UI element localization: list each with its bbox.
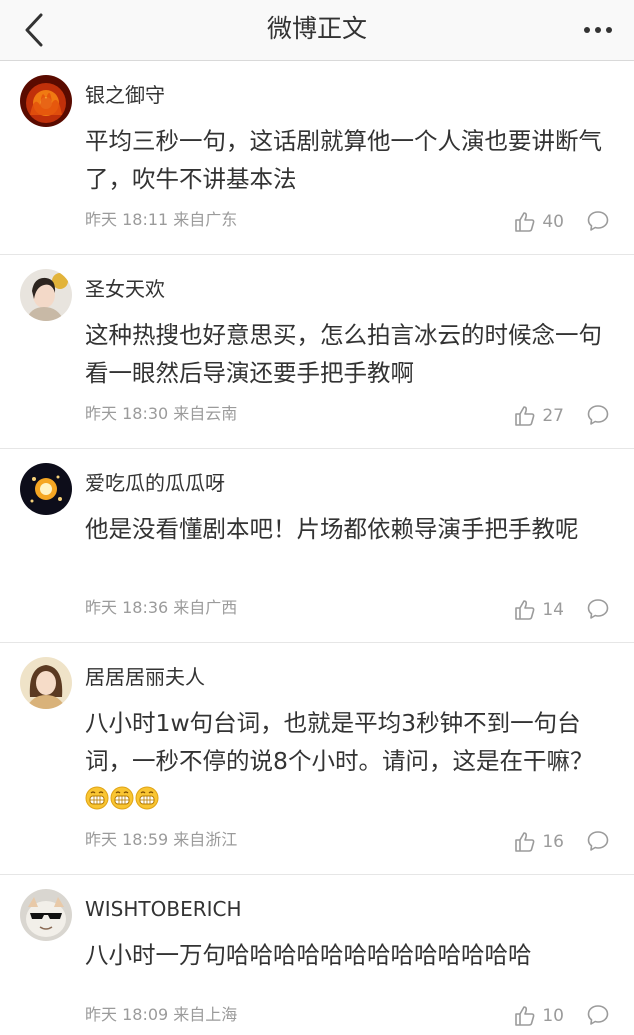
comment-source: 来自浙江: [173, 830, 238, 849]
grin-emoji-icon: [110, 783, 134, 810]
reply-button[interactable]: [586, 209, 610, 233]
avatar[interactable]: [20, 75, 72, 127]
comment-text: 他是没看懂剧本吧！片场都依赖导演手把手教呢: [85, 515, 579, 543]
comment-time: 昨天 18:59: [85, 830, 169, 849]
comment-source: 来自上海: [173, 1005, 238, 1024]
comment-meta: 昨天 18:59 来自浙江: [85, 826, 237, 850]
avatar[interactable]: [20, 889, 72, 941]
comment-item: 居居居丽夫人 八小时1w句台词，也就是平均3秒钟不到一句台词，一秒不停的说8个小…: [0, 643, 634, 875]
comment-bubble-icon: [587, 1005, 609, 1025]
like-count: 10: [542, 1006, 564, 1026]
avatar[interactable]: [20, 657, 72, 709]
comment-list: 银之御守 平均三秒一句，这话剧就算他一个人演也要讲断气了，吹牛不讲基本法 昨天 …: [0, 61, 634, 1035]
username[interactable]: 居居居丽夫人: [85, 663, 205, 691]
reply-button[interactable]: [586, 597, 610, 621]
more-button[interactable]: [576, 10, 620, 50]
username[interactable]: 银之御守: [85, 81, 165, 109]
comment-time: 昨天 18:11: [85, 210, 169, 229]
like-button[interactable]: 14: [514, 599, 564, 621]
like-button[interactable]: 40: [514, 211, 564, 233]
more-dots-icon: [584, 27, 612, 33]
username[interactable]: WISHTOBERICH: [85, 895, 242, 923]
like-count: 16: [542, 832, 564, 852]
comment-item: WISHTOBERICH 八小时一万句哈哈哈哈哈哈哈哈哈哈哈哈哈 昨天 18:0…: [0, 875, 634, 1035]
comment-text: 平均三秒一句，这话剧就算他一个人演也要讲断气了，吹牛不讲基本法: [85, 127, 602, 193]
comment-meta: 昨天 18:30 来自云南: [85, 400, 237, 424]
comment-bubble-icon: [587, 599, 609, 619]
reply-button[interactable]: [586, 829, 610, 853]
comment-meta: 昨天 18:09 来自上海: [85, 1001, 237, 1025]
thumb-up-icon: [515, 406, 535, 426]
comment-time: 昨天 18:30: [85, 404, 169, 423]
comment-source: 来自广东: [173, 210, 238, 229]
comment-text: 八小时一万句哈哈哈哈哈哈哈哈哈哈哈哈哈: [85, 941, 532, 969]
comment-bubble-icon: [587, 831, 609, 851]
grin-emoji-icon: [85, 783, 109, 810]
username[interactable]: 爱吃瓜的瓜瓜呀: [85, 469, 225, 497]
like-count: 27: [542, 406, 564, 426]
thumb-up-icon: [515, 600, 535, 620]
like-button[interactable]: 27: [514, 405, 564, 427]
page-title: 微博正文: [266, 14, 367, 43]
grin-emoji-icon: [135, 783, 159, 810]
comment-meta: 昨天 18:36 来自广西: [85, 594, 237, 618]
comment-item: 银之御守 平均三秒一句，这话剧就算他一个人演也要讲断气了，吹牛不讲基本法 昨天 …: [0, 61, 634, 255]
comment-time: 昨天 18:36: [85, 598, 169, 617]
thumb-up-icon: [515, 832, 535, 852]
like-button[interactable]: 16: [514, 831, 564, 853]
comment-bubble-icon: [587, 405, 609, 425]
avatar[interactable]: [20, 463, 72, 515]
reply-button[interactable]: [586, 403, 610, 427]
comment-item: 圣女天欢 这种热搜也好意思买，怎么拍言冰云的时候念一句看一眼然后导演还要手把手教…: [0, 255, 634, 449]
avatar[interactable]: [20, 269, 72, 321]
comment-time: 昨天 18:09: [85, 1005, 169, 1024]
comment-bubble-icon: [587, 211, 609, 231]
reply-button[interactable]: [586, 1003, 610, 1027]
comment-text: 这种热搜也好意思买，怎么拍言冰云的时候念一句看一眼然后导演还要手把手教啊: [85, 321, 602, 387]
comment-text: 八小时1w句台词，也就是平均3秒钟不到一句台词，一秒不停的说8个小时。请问，这是…: [85, 704, 615, 818]
thumb-up-icon: [515, 212, 535, 232]
comment-text-body: 八小时1w句台词，也就是平均3秒钟不到一句台词，一秒不停的说8个小时。请问，这是…: [85, 709, 594, 775]
comment-source: 来自广西: [173, 598, 238, 617]
like-count: 40: [542, 212, 564, 232]
comment-meta: 昨天 18:11 来自广东: [85, 206, 237, 230]
comment-item: 爱吃瓜的瓜瓜呀 他是没看懂剧本吧！片场都依赖导演手把手教呢 昨天 18:36 来…: [0, 449, 634, 643]
like-count: 14: [542, 600, 564, 620]
username[interactable]: 圣女天欢: [85, 275, 165, 303]
comment-source: 来自云南: [173, 404, 238, 423]
top-navbar: 微博正文: [0, 0, 634, 61]
